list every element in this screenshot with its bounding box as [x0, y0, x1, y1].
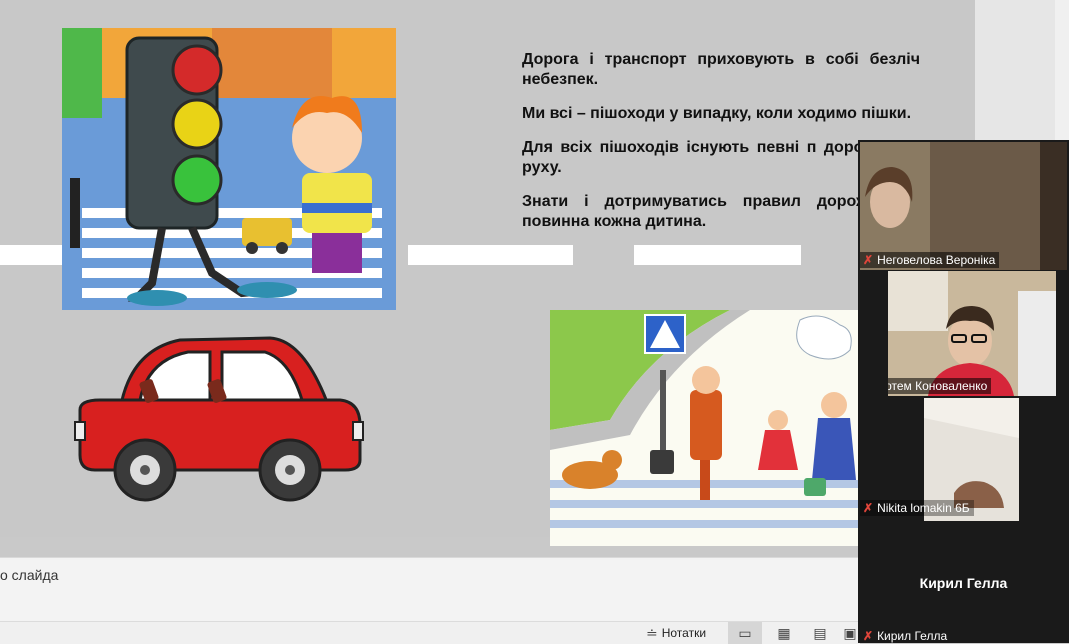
pedestrian-crossing-illustration	[550, 310, 858, 546]
participant-name-tag: ✗ Nikita lomakin 6Б	[860, 500, 974, 516]
reading-view-button[interactable]: ▤	[806, 622, 834, 644]
participant-name: Nikita lomakin 6Б	[877, 501, 970, 515]
slide-decor-bar	[408, 245, 573, 265]
traffic-light-illustration	[62, 28, 396, 310]
participant-video-tile[interactable]: ✗ Неговелова Вероніка	[860, 142, 1067, 270]
video-participants-panel: ✗ Неговелова Вероніка ✗ Артем Коноваленк…	[858, 140, 1069, 643]
notes-pane[interactable]	[0, 557, 860, 622]
mic-off-icon: ✗	[863, 629, 874, 643]
mic-off-icon: ✗	[863, 253, 874, 267]
slideshow-icon: ▣	[843, 624, 857, 641]
participant-name-tag: ✗ Кирил Гелла	[860, 628, 951, 644]
notes-toggle-button[interactable]: ≐ Нотатки	[646, 622, 706, 644]
participant-name: Неговелова Вероніка	[877, 253, 996, 267]
normal-view-button[interactable]: ▭	[728, 622, 762, 644]
participant-name-tag: ✗ Неговелова Вероніка	[860, 252, 1000, 268]
status-bar: ≐ Нотатки ▭ ▦ ▤ ▣	[0, 621, 860, 644]
gutter-scroll	[1055, 0, 1069, 140]
slide-paragraph: Ми всі – пішоходи у випадку, коли ходимо…	[522, 105, 912, 122]
notes-icon: ≐	[646, 624, 658, 641]
normal-view-icon: ▭	[738, 624, 752, 641]
slide-sorter-button[interactable]: ▦	[770, 622, 798, 644]
red-car-illustration	[70, 330, 370, 510]
slide-paragraph: Дорога і транспорт приховують в собі без…	[522, 51, 920, 88]
reading-view-icon: ▤	[813, 624, 827, 641]
participant-video-tile[interactable]: ✗ Артем Коноваленко	[888, 271, 1056, 396]
participant-display-name: Кирил Гелла	[919, 575, 1008, 591]
slide-decor-bar	[0, 245, 62, 265]
notes-placeholder: о слайда	[0, 567, 59, 583]
notes-toggle-label: Нотатки	[661, 626, 707, 640]
slideshow-button[interactable]: ▣	[842, 622, 858, 644]
mic-off-icon: ✗	[863, 501, 874, 515]
participant-name: Артем Коноваленко	[888, 379, 988, 393]
participant-name: Кирил Гелла	[877, 629, 948, 643]
slide-sorter-icon: ▦	[777, 624, 791, 641]
slide-decor-bar	[634, 245, 801, 265]
participant-name-tag: ✗ Артем Коноваленко	[888, 378, 992, 394]
